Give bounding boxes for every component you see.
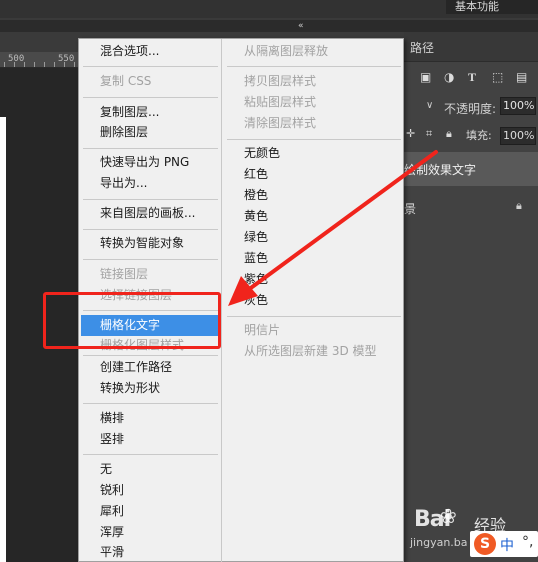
sogou-ime-icon[interactable]: S [474, 533, 496, 555]
watermark-url: jingyan.ba [410, 536, 468, 549]
baidu-paw-icon: ❀ [440, 504, 457, 528]
ime-punctuation-toggle[interactable]: °, [522, 534, 533, 550]
ime-language-toggle[interactable]: 中 [500, 535, 514, 555]
ime-toolbar[interactable]: S 中 °, [470, 531, 538, 557]
pointer-arrow-annotation [228, 150, 438, 306]
